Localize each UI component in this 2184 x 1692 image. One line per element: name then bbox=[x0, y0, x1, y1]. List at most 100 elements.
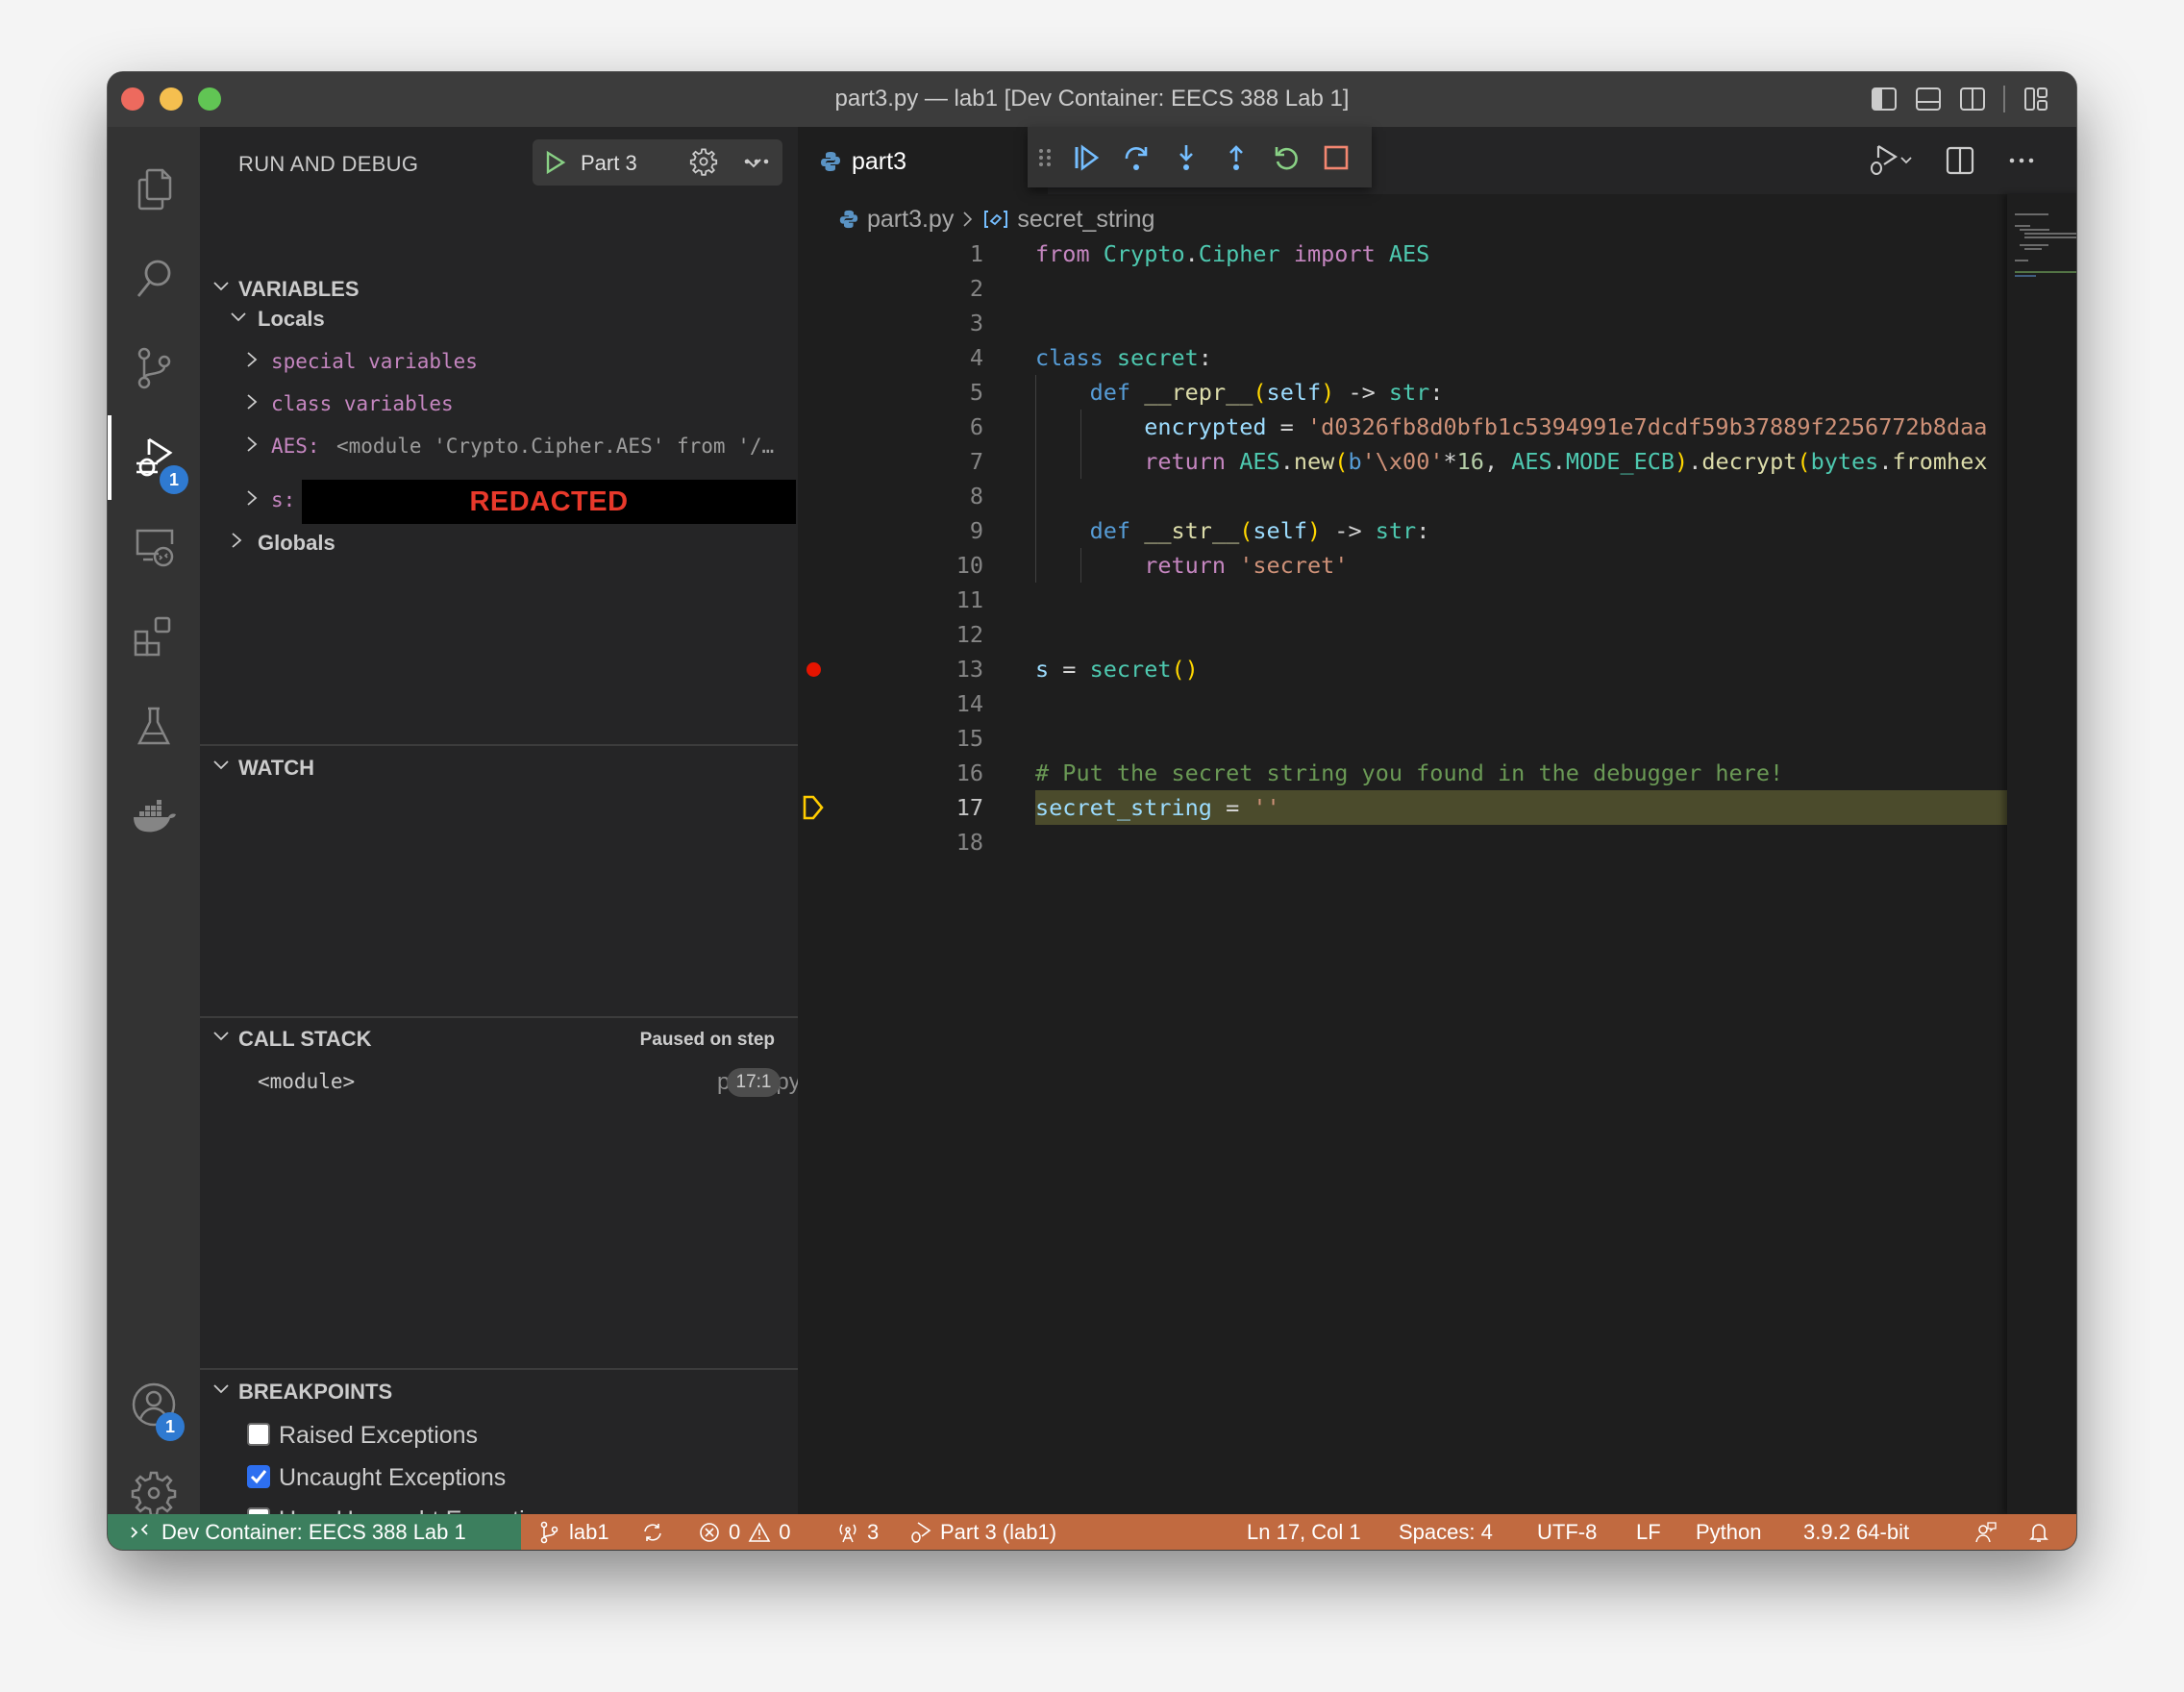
vscode-window: part3.py — lab1 [Dev Container: EECS 388… bbox=[108, 72, 2076, 1550]
git-branch-icon bbox=[540, 1521, 558, 1543]
code-line[interactable]: 10 return 'secret' bbox=[798, 548, 2007, 583]
start-debugging-icon[interactable] bbox=[542, 150, 567, 175]
step-out-button[interactable] bbox=[1220, 141, 1253, 174]
raised-exceptions-checkbox[interactable] bbox=[247, 1423, 270, 1446]
language-mode[interactable]: Python bbox=[1696, 1514, 1762, 1550]
code-line[interactable]: 11 bbox=[798, 583, 2007, 617]
feedback-button[interactable] bbox=[1974, 1514, 1998, 1550]
variable-value: <module 'Crypto.Cipher.AES' from '/… bbox=[336, 435, 775, 458]
code-line[interactable]: 15 bbox=[798, 721, 2007, 756]
more-actions-icon[interactable] bbox=[2005, 144, 2038, 177]
code-line[interactable]: 2 bbox=[798, 271, 2007, 306]
code-line[interactable]: 16 # Put the secret string you found in t… bbox=[798, 756, 2007, 790]
activity-extensions[interactable] bbox=[108, 594, 200, 679]
gripper-icon bbox=[1039, 148, 1051, 166]
notifications-button[interactable] bbox=[2027, 1514, 2050, 1550]
step-over-button[interactable] bbox=[1120, 141, 1153, 174]
toggle-panel-icon[interactable] bbox=[1915, 86, 1942, 112]
debug-config-indicator[interactable]: Part 3 (lab1) bbox=[909, 1514, 1056, 1550]
stop-icon bbox=[1324, 145, 1349, 169]
drag-handle[interactable] bbox=[1037, 141, 1053, 174]
activity-docker[interactable] bbox=[108, 774, 200, 858]
call-stack-header: CALL STACK bbox=[238, 1027, 372, 1051]
line-source: from Crypto.Cipher import AES bbox=[1035, 240, 1430, 267]
code-line[interactable]: 14 bbox=[798, 686, 2007, 721]
step-into-button[interactable] bbox=[1170, 141, 1203, 174]
call-stack-section-header[interactable]: CALL STACK Paused on step bbox=[200, 1021, 798, 1056]
code-line[interactable]: 9 def __str__(self) -> str: bbox=[798, 513, 2007, 548]
code-line[interactable]: 18 bbox=[798, 825, 2007, 859]
code-line[interactable]: 13 s = secret() bbox=[798, 652, 2007, 686]
code-line[interactable]: 17 secret_string = '' bbox=[798, 790, 2007, 825]
minimap-line bbox=[2023, 248, 2042, 250]
split-editor-icon[interactable] bbox=[1944, 144, 1976, 177]
variables-header: VARIABLES bbox=[238, 277, 360, 301]
activity-remote-explorer[interactable] bbox=[108, 505, 200, 589]
section-divider[interactable] bbox=[200, 744, 798, 746]
variable-row[interactable]: class variables bbox=[200, 385, 798, 423]
breakpoint-item[interactable]: Raised Exceptions bbox=[200, 1414, 798, 1456]
toggle-primary-sidebar-icon[interactable] bbox=[1871, 86, 1898, 112]
watch-section-header[interactable]: WATCH bbox=[200, 750, 798, 784]
locals-scope[interactable]: Locals bbox=[200, 300, 798, 338]
end-of-line[interactable]: LF bbox=[1636, 1514, 1661, 1550]
restart-button[interactable] bbox=[1270, 141, 1303, 174]
encoding[interactable]: UTF-8 bbox=[1537, 1514, 1597, 1550]
code-line[interactable]: 4 class secret: bbox=[798, 340, 2007, 375]
globals-scope[interactable]: Globals bbox=[200, 523, 798, 561]
activity-run-and-debug[interactable]: 1 bbox=[108, 415, 200, 500]
sync-button[interactable] bbox=[641, 1514, 664, 1550]
customize-layout-icon[interactable] bbox=[2023, 86, 2049, 112]
problems-indicator[interactable]: 0 0 bbox=[698, 1514, 791, 1550]
continue-button[interactable] bbox=[1070, 141, 1103, 174]
indentation[interactable]: Spaces: 4 bbox=[1399, 1514, 1493, 1550]
variable-row[interactable]: special variables bbox=[200, 342, 798, 381]
stop-button[interactable] bbox=[1320, 141, 1353, 174]
minimap[interactable] bbox=[2007, 194, 2076, 1514]
more-actions-icon[interactable] bbox=[742, 154, 771, 169]
variable-name: s: bbox=[271, 488, 296, 511]
debug-toolbar bbox=[1028, 127, 1372, 187]
ports-indicator[interactable]: 3 bbox=[836, 1514, 879, 1550]
line-source: s = secret() bbox=[1035, 656, 1199, 683]
run-debug-dropdown-icon[interactable] bbox=[1867, 144, 1915, 177]
activity-explorer[interactable] bbox=[108, 146, 200, 231]
remote-indicator[interactable]: Dev Container: EECS 388 Lab 1 bbox=[108, 1514, 521, 1550]
encoding-label: UTF-8 bbox=[1537, 1519, 1598, 1544]
code-line[interactable]: 6 encrypted = 'd0326fb8d0bfb1c5394991e7d… bbox=[798, 410, 2007, 444]
watch-header: WATCH bbox=[238, 756, 315, 780]
warning-icon bbox=[748, 1521, 771, 1542]
remote-explorer-icon bbox=[136, 529, 174, 567]
branch-indicator[interactable]: lab1 bbox=[538, 1514, 609, 1550]
tab-part3-py[interactable]: part3 bbox=[798, 127, 1048, 194]
activity-testing[interactable] bbox=[108, 684, 200, 769]
breakpoints-section-header[interactable]: BREAKPOINTS bbox=[200, 1374, 798, 1408]
code-line[interactable]: 7 return AES.new(b'\x00'*16, AES.MODE_EC… bbox=[798, 444, 2007, 479]
uncaught-exceptions-checkbox[interactable] bbox=[247, 1465, 270, 1488]
breakpoint-item[interactable]: Uncaught Exceptions bbox=[200, 1456, 798, 1499]
gear-icon[interactable] bbox=[689, 147, 718, 176]
ports-count: 3 bbox=[867, 1519, 880, 1544]
editor-actions bbox=[1867, 144, 2038, 177]
code-line[interactable]: 1 from Crypto.Cipher import AES bbox=[798, 236, 2007, 271]
breadcrumb-symbol[interactable]: secret_string bbox=[1017, 206, 1154, 234]
frame-name: <module> bbox=[258, 1070, 356, 1093]
stack-frame[interactable]: <module> part3.py 17:1 bbox=[200, 1062, 801, 1101]
code-line[interactable]: 12 bbox=[798, 617, 2007, 652]
activity-accounts[interactable]: 1 bbox=[108, 1362, 200, 1447]
chevron-right-icon bbox=[247, 436, 258, 452]
breakpoint-label: Uncaught Exceptions bbox=[279, 1464, 507, 1491]
activity-search[interactable] bbox=[108, 236, 200, 320]
activity-source-control[interactable] bbox=[108, 326, 200, 411]
code-line[interactable]: 8 bbox=[798, 479, 2007, 513]
python-interpreter[interactable]: 3.9.2 64-bit bbox=[1803, 1514, 1909, 1550]
cursor-position[interactable]: Ln 17, Col 1 bbox=[1247, 1514, 1361, 1550]
toggle-secondary-sidebar-icon[interactable] bbox=[1959, 86, 1986, 112]
section-divider[interactable] bbox=[200, 1368, 798, 1370]
minimap-line bbox=[2019, 244, 2048, 246]
breadcrumb-file[interactable]: part3.py bbox=[867, 206, 954, 234]
code-line[interactable]: 3 bbox=[798, 306, 2007, 340]
variable-row[interactable]: AES: <module 'Crypto.Cipher.AES' from '/… bbox=[200, 427, 798, 465]
section-divider[interactable] bbox=[200, 1016, 798, 1018]
code-line[interactable]: 5 def __repr__(self) -> str: bbox=[798, 375, 2007, 410]
